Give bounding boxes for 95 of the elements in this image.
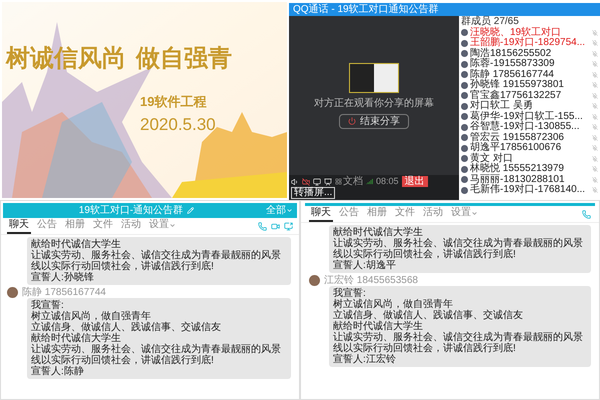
- mic-off-icon: [592, 30, 598, 36]
- video-icon[interactable]: [271, 222, 280, 230]
- member-item[interactable]: 孙晓锋 19155973801: [461, 80, 598, 90]
- speaker-icon[interactable]: [291, 178, 299, 186]
- phone-icon[interactable]: [258, 222, 267, 230]
- chat-title: 19软工对口-通知公告群: [78, 206, 184, 216]
- screen-preview: [349, 62, 399, 92]
- tab[interactable]: 相册: [63, 218, 87, 234]
- message-line: 献给时代诚信大学生: [333, 321, 423, 332]
- message-line: 让诚实劳动、服务社会、诚信交往成为青春最靓丽的风景线以实际行动回馈社会，讲诚信践行到底!: [333, 332, 584, 354]
- member-item[interactable]: 林晓悦 15555213979: [461, 164, 598, 174]
- message-line: 让诚实劳动、服务社会、诚信交往成为青春最靓丽的风景线以实际行动回馈社会，讲诚信践行到底!: [31, 250, 282, 272]
- mic-off-icon: [592, 61, 598, 68]
- poster-subtitle: 19软件工程: [140, 93, 206, 111]
- tab[interactable]: 公告: [35, 218, 59, 234]
- board-icon[interactable]: [324, 178, 332, 186]
- power-icon: [348, 117, 356, 125]
- mic-off-icon: [592, 50, 598, 57]
- tab[interactable]: 公告: [337, 206, 361, 222]
- camera-off-icon[interactable]: [302, 178, 310, 186]
- mic-off-icon: [592, 40, 598, 46]
- member-item[interactable]: 谷智慧-19对口-130855...: [461, 122, 598, 132]
- mic-off-icon: [592, 82, 598, 88]
- tab[interactable]: 活动: [119, 218, 143, 234]
- window-title: QQ通话 - 19软工对口通知公告群: [293, 4, 439, 14]
- avatar: [309, 275, 320, 286]
- caret-icon: [169, 222, 176, 228]
- message-line: 我宣誓:: [333, 288, 367, 299]
- tab[interactable]: 设置: [449, 206, 480, 222]
- grid-icon: [335, 178, 342, 185]
- member-item[interactable]: 管宏云 19155872306: [461, 132, 598, 143]
- message-line: 献给时代诚信大学生: [31, 239, 121, 250]
- member-item[interactable]: 马丽丽-18130288101: [461, 174, 598, 185]
- signal-icon: [366, 178, 373, 185]
- mic-off-icon: [592, 145, 598, 152]
- edit-icon[interactable]: [187, 207, 194, 214]
- member-count: 群成员 27/65: [461, 17, 520, 27]
- message-line: 立诚信身、做诚信人、践诚信事、交诚信友: [31, 322, 222, 333]
- sender-name: 江宏铃 18455653568: [324, 275, 418, 286]
- poster-date: 2020.5.30: [140, 114, 216, 136]
- message-line: 树立诚信风尚，做自强青年: [333, 299, 453, 310]
- member-item[interactable]: 葛伊华-19对口软工-155...: [461, 112, 598, 122]
- mic-off-icon: [592, 92, 598, 99]
- poster-headline: 树诚信风尚: [6, 42, 126, 74]
- poster-headline: 做自强青: [136, 42, 232, 74]
- caret-icon: [286, 207, 293, 214]
- member-item[interactable]: 陈静 17856167744: [461, 70, 598, 80]
- message-line: 让诚实劳动、服务社会、诚信交往成为青春最靓丽的风景线以实际行动回馈社会，讲诚信践行到底!: [333, 238, 584, 260]
- message-line: 我宣誓:: [31, 300, 65, 311]
- member-item[interactable]: 黄文 对口: [461, 154, 598, 164]
- mic-off-icon: [592, 166, 598, 172]
- status-text: 对方正在观看你分享的屏幕: [314, 98, 434, 108]
- mic-off-icon: [592, 103, 598, 110]
- tab[interactable]: 相册: [365, 206, 389, 222]
- message-line: 宣誓人:孙晓锋: [31, 272, 95, 283]
- member-item[interactable]: 陶浩18156255502: [461, 48, 598, 59]
- end-share-button[interactable]: 结束分享: [339, 114, 409, 128]
- tab[interactable]: 聊天: [309, 206, 333, 222]
- message-line: 献给时代诚信大学生: [31, 333, 121, 344]
- member-item[interactable]: 陈蓉-19155873309: [461, 59, 598, 70]
- message-line: 让诚实劳动、服务社会、诚信交往成为青春最靓丽的风景线以实际行动回馈社会，讲诚信践行到底!: [31, 344, 282, 366]
- tab[interactable]: 文件: [393, 206, 417, 222]
- message-line: 献给时代诚信大学生: [333, 227, 423, 238]
- mic-off-icon: [592, 176, 598, 183]
- member-item[interactable]: 汪晓晓、19软工对口: [461, 28, 598, 38]
- tab[interactable]: 设置: [147, 218, 178, 234]
- message-line: 宣誓人:江宏铃: [333, 354, 397, 365]
- caret-icon: [471, 210, 478, 216]
- sender-name: 陈静 17856167744: [22, 287, 106, 298]
- screen-share-icon[interactable]: [284, 222, 293, 230]
- screen-icon[interactable]: [313, 178, 321, 186]
- member-item[interactable]: 王韶鹏-19对口-1829754...: [461, 38, 598, 48]
- member-item[interactable]: 对口软工 吴勇: [461, 101, 598, 112]
- document-button[interactable]: 文档: [335, 176, 363, 187]
- member-item[interactable]: 胡逸平17856100676: [461, 143, 598, 154]
- message-line: 树立诚信风尚，做自强青年: [31, 311, 151, 322]
- tab[interactable]: 活动: [421, 206, 445, 222]
- tab[interactable]: 文件: [91, 218, 115, 234]
- mic-off-icon: [592, 156, 598, 162]
- phone-icon[interactable]: [582, 210, 591, 218]
- mic-off-icon: [592, 187, 598, 194]
- tab[interactable]: 聊天: [7, 218, 31, 234]
- member-item[interactable]: 毛新伟-19对口-1768140...: [461, 185, 598, 196]
- mic-off-icon: [592, 124, 598, 130]
- exit-button[interactable]: 退出: [402, 176, 428, 187]
- call-time: 08:05: [376, 176, 399, 187]
- mic-off-icon: [592, 72, 598, 78]
- member-item[interactable]: 官宝鑫17756132257: [461, 90, 598, 101]
- switch-button[interactable]: 转播屏...: [291, 187, 336, 199]
- message-line: 宣誓人:陈静: [31, 366, 85, 377]
- message-line: 宣誓人:胡逸平: [333, 260, 397, 271]
- avatar: [7, 287, 18, 298]
- message-line: 立诚信身、做诚信人、践诚信事、交诚信友: [333, 310, 524, 321]
- mic-off-icon: [592, 134, 598, 141]
- mic-off-icon: [592, 114, 598, 120]
